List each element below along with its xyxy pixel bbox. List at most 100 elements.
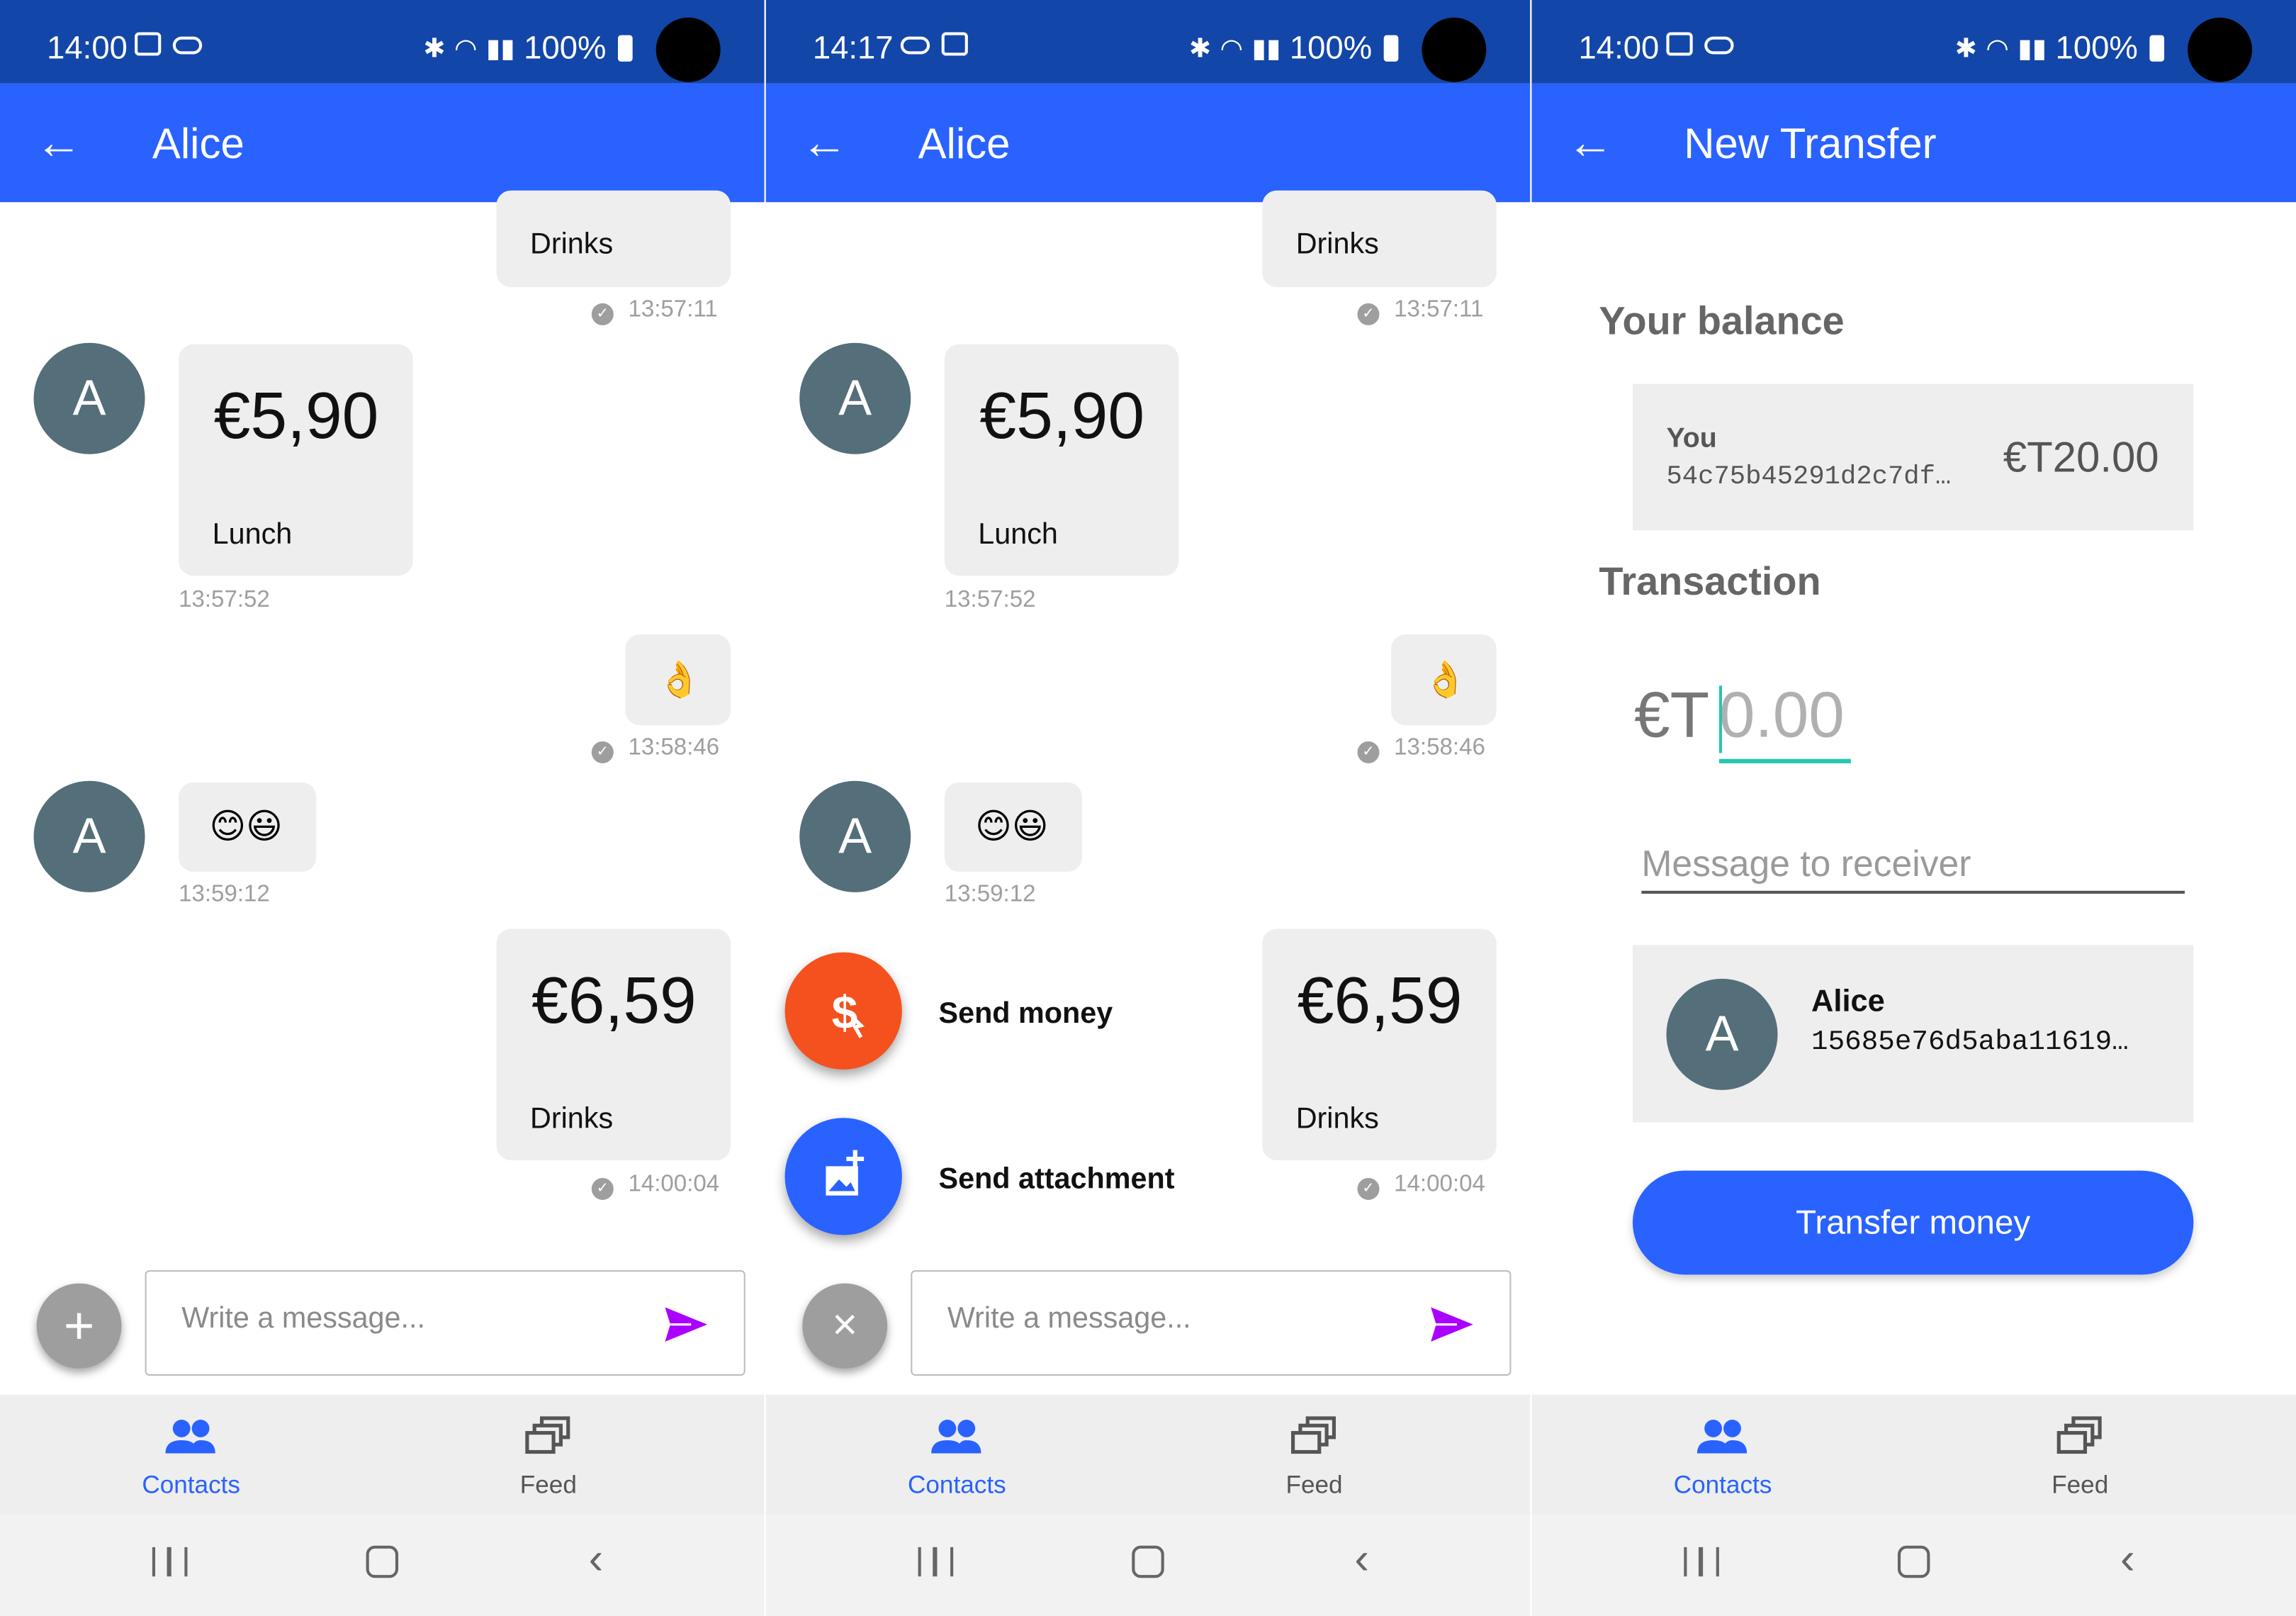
link-icon bbox=[172, 36, 203, 55]
page-title: Alice bbox=[152, 121, 244, 169]
new-transfer-screen: 14:00 ✱ ◠ ▮▮ 100% ← New Transfer Your ba… bbox=[1531, 0, 2296, 1616]
avatar[interactable]: A bbox=[799, 342, 911, 454]
send-attachment-button[interactable] bbox=[784, 1118, 902, 1235]
avatar[interactable]: A bbox=[799, 780, 911, 892]
nav-label: Feed bbox=[519, 1471, 577, 1499]
signal-icon: ▮▮ bbox=[2018, 33, 2047, 62]
page-title: New Transfer bbox=[1684, 121, 1937, 169]
message-time: 13:57:11 bbox=[628, 297, 718, 322]
battery-percent: 100% bbox=[1289, 29, 1373, 67]
balance-owner: You bbox=[1666, 423, 1717, 454]
people-icon bbox=[931, 1420, 981, 1454]
message-input[interactable] bbox=[944, 1301, 1405, 1338]
app-bar: ← Alice bbox=[765, 83, 1531, 203]
home-icon[interactable] bbox=[1132, 1545, 1164, 1578]
avatar: A bbox=[1666, 978, 1778, 1090]
status-bar: 14:17 ✱ ◠ ▮▮ 100% bbox=[765, 0, 1531, 84]
message-time: 13:59:12 bbox=[944, 882, 1036, 907]
balance-public-key: 54c75b45291d2c7df… bbox=[1666, 463, 1952, 493]
nav-feed[interactable]: Feed bbox=[357, 1395, 739, 1515]
message-description: Drinks bbox=[530, 228, 614, 261]
nav-label: Contacts bbox=[908, 1471, 1006, 1499]
recent-apps-icon[interactable] bbox=[152, 1547, 188, 1577]
arrow-left-icon[interactable]: ← bbox=[35, 113, 82, 172]
currency-symbol: €T bbox=[1634, 680, 1710, 752]
add-photo-icon bbox=[826, 1150, 865, 1196]
bluetooth-icon: ✱ bbox=[1954, 33, 1977, 62]
recipient-public-key: 15685e76d5aba11619… bbox=[1811, 1025, 2129, 1058]
message-time: 13:57:11 bbox=[1394, 297, 1484, 322]
status-bar: 14:00 ✱ ◠ ▮▮ 100% bbox=[0, 0, 765, 84]
payment-amount: €6,59 bbox=[531, 963, 697, 1038]
camera-cutout bbox=[2188, 17, 2253, 82]
signal-icon: ▮▮ bbox=[1251, 33, 1281, 62]
message-time: 13:59:12 bbox=[179, 882, 270, 907]
status-time: 14:17 bbox=[812, 29, 894, 67]
message-description: Lunch bbox=[212, 518, 293, 551]
send-attachment-label[interactable]: Send attachment bbox=[939, 1163, 1175, 1197]
nav-label: Contacts bbox=[142, 1471, 240, 1499]
link-icon bbox=[1704, 36, 1734, 55]
balance-heading: Your balance bbox=[1599, 298, 1845, 343]
home-icon[interactable] bbox=[1897, 1545, 1930, 1578]
system-back-icon[interactable]: ‹ bbox=[2120, 1537, 2135, 1582]
nav-contacts[interactable]: Contacts bbox=[1531, 1395, 1913, 1515]
nav-contacts[interactable]: Contacts bbox=[0, 1395, 382, 1515]
wifi-icon: ◠ bbox=[454, 33, 478, 62]
transfer-money-button[interactable]: Transfer money bbox=[1632, 1170, 2194, 1275]
avatar[interactable]: A bbox=[33, 342, 145, 454]
message-time: 13:58:46 bbox=[1394, 735, 1485, 761]
payment-amount: €5,90 bbox=[213, 378, 379, 453]
people-icon bbox=[1696, 1420, 1748, 1454]
add-button[interactable]: + bbox=[36, 1283, 122, 1369]
app-bar: ← New Transfer bbox=[1531, 83, 2296, 203]
wifi-icon: ◠ bbox=[1986, 33, 2009, 62]
message-description: Lunch bbox=[978, 518, 1058, 551]
check-circle-icon: ✓ bbox=[591, 1177, 614, 1200]
nav-label: Contacts bbox=[1673, 1471, 1772, 1499]
system-navigation-bar: ‹ bbox=[0, 1515, 765, 1616]
system-back-icon[interactable]: ‹ bbox=[589, 1537, 604, 1582]
arrow-left-icon[interactable]: ← bbox=[801, 113, 848, 172]
check-circle-icon: ✓ bbox=[591, 303, 614, 325]
recent-apps-icon[interactable] bbox=[918, 1547, 954, 1577]
payment-amount: €6,59 bbox=[1297, 963, 1463, 1038]
nav-feed[interactable]: Feed bbox=[1889, 1395, 2271, 1515]
send-arrow-icon[interactable] bbox=[661, 1303, 712, 1345]
check-circle-icon: ✓ bbox=[1357, 741, 1380, 763]
nav-contacts[interactable]: Contacts bbox=[766, 1395, 1148, 1515]
system-back-icon[interactable]: ‹ bbox=[1354, 1537, 1369, 1582]
avatar[interactable]: A bbox=[33, 780, 145, 892]
image-icon bbox=[941, 32, 968, 56]
page-title: Alice bbox=[918, 121, 1011, 169]
status-time: 14:00 bbox=[47, 29, 128, 67]
message-composer bbox=[145, 1270, 745, 1376]
phones-row: 14:00 ✱ ◠ ▮▮ 100% ← Alice Drinks ✓ 13:57:… bbox=[0, 0, 2296, 1616]
message-input[interactable] bbox=[179, 1301, 638, 1338]
arrow-left-icon[interactable]: ← bbox=[1567, 113, 1614, 172]
dollar-hand-icon: $ bbox=[832, 987, 865, 1039]
battery-icon bbox=[2149, 35, 2165, 62]
status-time: 14:00 bbox=[1578, 29, 1660, 67]
transaction-heading: Transaction bbox=[1599, 559, 1821, 604]
nav-feed[interactable]: Feed bbox=[1123, 1395, 1505, 1515]
amount-input[interactable] bbox=[1718, 673, 1851, 763]
send-money-label[interactable]: Send money bbox=[939, 998, 1113, 1032]
text-cursor bbox=[1718, 685, 1723, 753]
check-circle-icon: ✓ bbox=[1357, 1177, 1380, 1200]
nav-label: Feed bbox=[2052, 1471, 2109, 1499]
battery-icon bbox=[1383, 35, 1399, 62]
camera-cutout bbox=[1422, 17, 1487, 82]
close-menu-button[interactable]: × bbox=[802, 1283, 888, 1369]
recipient-name: Alice bbox=[1811, 984, 1885, 1019]
send-arrow-icon[interactable] bbox=[1427, 1303, 1478, 1345]
message-description: Drinks bbox=[1295, 228, 1379, 261]
chat-screen: 14:00 ✱ ◠ ▮▮ 100% ← Alice Drinks ✓ 13:57:… bbox=[0, 0, 765, 1616]
recent-apps-icon[interactable] bbox=[1684, 1547, 1719, 1577]
message-to-receiver-input[interactable] bbox=[1641, 838, 2185, 894]
people-icon bbox=[165, 1420, 215, 1454]
home-icon[interactable] bbox=[366, 1545, 399, 1578]
emoji-message: 👌 bbox=[657, 661, 702, 701]
system-navigation-bar: ‹ bbox=[765, 1515, 1531, 1616]
send-money-button[interactable]: $ bbox=[784, 952, 902, 1070]
